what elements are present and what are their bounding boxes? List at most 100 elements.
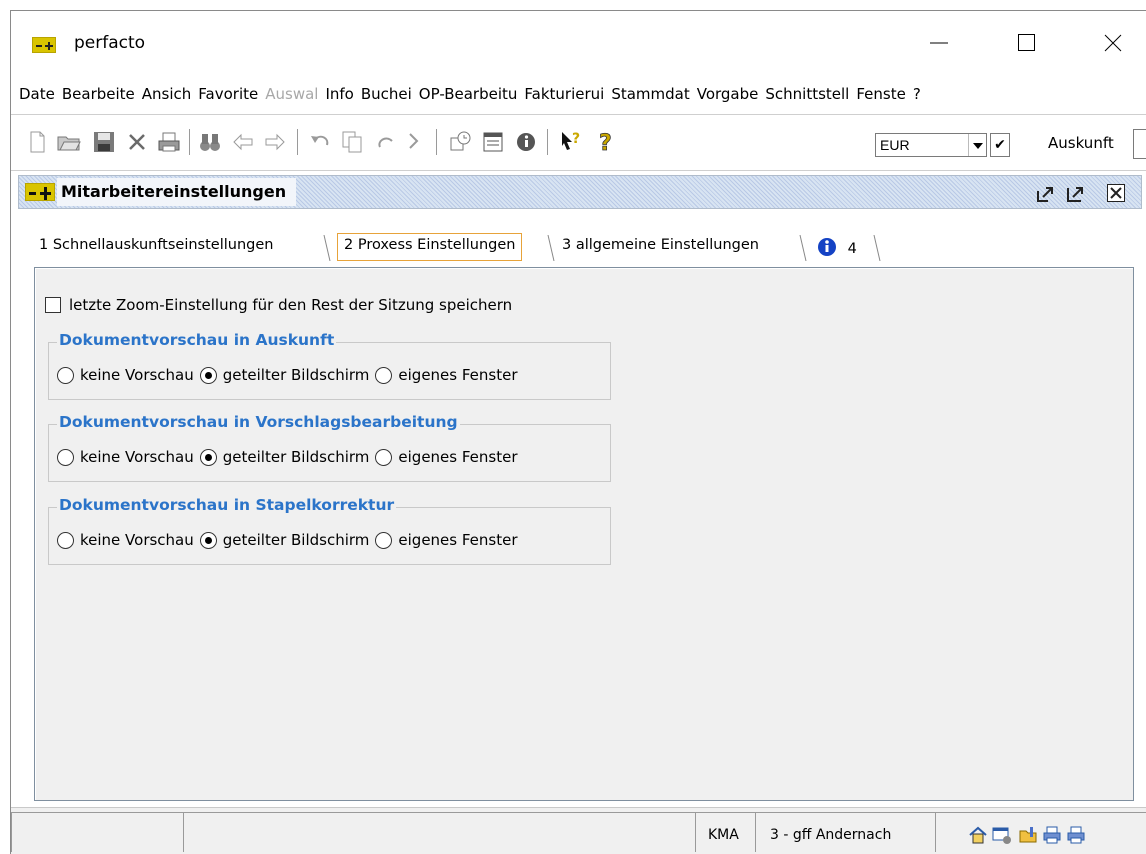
close-button[interactable] bbox=[1085, 21, 1141, 61]
currency-value: EUR bbox=[880, 137, 910, 153]
help-pointer-icon[interactable]: ? bbox=[558, 129, 584, 155]
radio-keine-vorschau[interactable] bbox=[57, 366, 74, 384]
preview-group-auskunft: Dokumentvorschau in Auskunft keine Vorsc… bbox=[48, 331, 611, 400]
radio-label: keine Vorschau bbox=[80, 531, 194, 549]
zoom-checkbox-label: letzte Zoom-Einstellung für den Rest der… bbox=[69, 296, 513, 314]
undo-icon[interactable] bbox=[307, 129, 333, 155]
svg-text:?: ? bbox=[572, 131, 580, 147]
status-company: 3 - gff Andernach bbox=[770, 827, 892, 843]
status-cell-2 bbox=[183, 812, 695, 852]
tab-schnellauskunft[interactable]: 1 Schnellauskunftseinstellungen bbox=[33, 233, 279, 263]
radio-label: eigenes Fenster bbox=[398, 448, 518, 466]
binoculars-icon[interactable] bbox=[197, 129, 223, 155]
group-title: Dokumentvorschau in Vorschlagsbearbeitun… bbox=[57, 413, 460, 431]
print-preview-icon[interactable] bbox=[1066, 825, 1086, 845]
app-logo-icon bbox=[32, 37, 56, 53]
status-cell-icons bbox=[935, 812, 1146, 852]
radio-geteilter-bildschirm[interactable] bbox=[199, 531, 217, 549]
radio-label: eigenes Fenster bbox=[398, 366, 518, 384]
menu-datei[interactable]: Date bbox=[19, 85, 55, 103]
auskunft-label: Auskunft bbox=[1048, 134, 1114, 152]
currency-confirm-button[interactable]: ✔ bbox=[990, 133, 1010, 157]
radio-geteilter-bildschirm[interactable] bbox=[199, 366, 217, 384]
chevron-down-icon[interactable] bbox=[968, 134, 986, 156]
window-title: perfacto bbox=[74, 33, 146, 53]
info-icon[interactable] bbox=[513, 129, 539, 155]
group-title: Dokumentvorschau in Auskunft bbox=[57, 331, 337, 349]
tab-allgemein[interactable]: 3 allgemeine Einstellungen bbox=[556, 233, 765, 263]
inner-window-title: Mitarbeitereinstellungen bbox=[57, 178, 297, 206]
toolbar: ? ? EUR ✔ Auskunft bbox=[11, 115, 1146, 171]
radio-geteilter-bildschirm[interactable] bbox=[199, 448, 217, 466]
list-icon[interactable] bbox=[480, 129, 506, 155]
delete-icon[interactable] bbox=[124, 129, 150, 155]
status-cell-company: 3 - gff Andernach bbox=[755, 812, 935, 852]
radio-keine-vorschau[interactable] bbox=[57, 448, 74, 466]
status-cell-1 bbox=[11, 812, 183, 852]
svg-text:?: ? bbox=[599, 131, 612, 155]
minimize-button[interactable] bbox=[911, 21, 967, 61]
preview-group-vorschlagsbearbeitung: Dokumentvorschau in Vorschlagsbearbeitun… bbox=[48, 413, 611, 482]
tab-4-label: 4 bbox=[847, 241, 857, 257]
radio-eigenes-fenster[interactable] bbox=[375, 531, 393, 549]
menu-vorgaben[interactable]: Vorgabe bbox=[697, 85, 759, 103]
menu-stammdaten[interactable]: Stammdat bbox=[611, 85, 689, 103]
print-icon[interactable] bbox=[156, 129, 182, 155]
arrow-left-icon[interactable] bbox=[230, 129, 256, 155]
menu-help[interactable]: ? bbox=[913, 85, 921, 103]
status-bar: KMA 3 - gff Andernach bbox=[11, 807, 1146, 854]
redo-icon[interactable] bbox=[372, 129, 398, 155]
copy-icon[interactable] bbox=[339, 129, 365, 155]
radio-eigenes-fenster[interactable] bbox=[375, 366, 393, 384]
menu-fenster[interactable]: Fenste bbox=[856, 85, 905, 103]
currency-select[interactable]: EUR bbox=[875, 133, 987, 157]
tab-proxess[interactable]: 2 Proxess Einstellungen bbox=[337, 233, 523, 261]
status-cell-user: KMA bbox=[695, 812, 755, 852]
settings-panel: letzte Zoom-Einstellung für den Rest der… bbox=[34, 267, 1134, 801]
print-icon[interactable] bbox=[1042, 825, 1062, 845]
open-folder-icon[interactable] bbox=[56, 129, 82, 155]
radio-eigenes-fenster[interactable] bbox=[375, 448, 393, 466]
menu-auswahl: Auswal bbox=[265, 84, 319, 103]
radio-label: geteilter Bildschirm bbox=[222, 366, 370, 384]
calendar-icon[interactable] bbox=[447, 129, 473, 155]
save-icon[interactable] bbox=[91, 129, 117, 155]
auskunft-input[interactable] bbox=[1133, 129, 1146, 159]
menu-buchen[interactable]: Buchei bbox=[361, 85, 412, 103]
zoom-checkbox[interactable] bbox=[45, 297, 61, 313]
menu-op-bearbeitung[interactable]: OP-Bearbeitu bbox=[419, 85, 518, 103]
group-title: Dokumentvorschau in Stapelkorrektur bbox=[57, 496, 397, 514]
inner-window-header: Mitarbeitereinstellungen bbox=[18, 175, 1142, 209]
menu-ansicht[interactable]: Ansich bbox=[142, 85, 192, 103]
new-document-icon[interactable] bbox=[24, 129, 50, 155]
radio-label: geteilter Bildschirm bbox=[222, 448, 370, 466]
inner-logo-icon bbox=[25, 183, 55, 201]
radio-label: geteilter Bildschirm bbox=[222, 531, 370, 549]
arrow-right-icon[interactable] bbox=[262, 129, 288, 155]
help-icon[interactable]: ? bbox=[593, 129, 619, 155]
menu-bearbeiten[interactable]: Bearbeite bbox=[62, 85, 135, 103]
menu-bar: Date Bearbeite Ansich Favorite Auswal In… bbox=[11, 73, 1146, 115]
menu-favoriten[interactable]: Favorite bbox=[198, 85, 258, 103]
menu-schnittstellen[interactable]: Schnittstell bbox=[765, 85, 849, 103]
radio-keine-vorschau[interactable] bbox=[57, 531, 74, 549]
menu-info[interactable]: Info bbox=[325, 85, 353, 103]
info-icon bbox=[818, 238, 836, 256]
tab-4[interactable]: 4 bbox=[811, 233, 863, 263]
status-user: KMA bbox=[708, 827, 739, 843]
maximize-button[interactable] bbox=[999, 21, 1055, 61]
paste-icon[interactable] bbox=[402, 129, 428, 155]
folder-icon[interactable] bbox=[1018, 825, 1038, 845]
app-window: perfacto Date Bearbeite Ansich Favorite … bbox=[10, 10, 1146, 854]
undock-icon[interactable] bbox=[1065, 183, 1085, 203]
restore-icon[interactable] bbox=[1035, 183, 1055, 203]
zoom-setting-row[interactable]: letzte Zoom-Einstellung für den Rest der… bbox=[45, 296, 512, 314]
window-settings-icon[interactable] bbox=[992, 825, 1012, 845]
home-icon[interactable] bbox=[968, 825, 988, 845]
radio-label: keine Vorschau bbox=[80, 448, 194, 466]
menu-fakturierung[interactable]: Fakturierui bbox=[524, 85, 604, 103]
preview-group-stapelkorrektur: Dokumentvorschau in Stapelkorrektur kein… bbox=[48, 496, 611, 565]
title-bar: perfacto bbox=[11, 11, 1146, 73]
radio-label: keine Vorschau bbox=[80, 366, 194, 384]
close-inner-icon[interactable] bbox=[1106, 183, 1126, 203]
